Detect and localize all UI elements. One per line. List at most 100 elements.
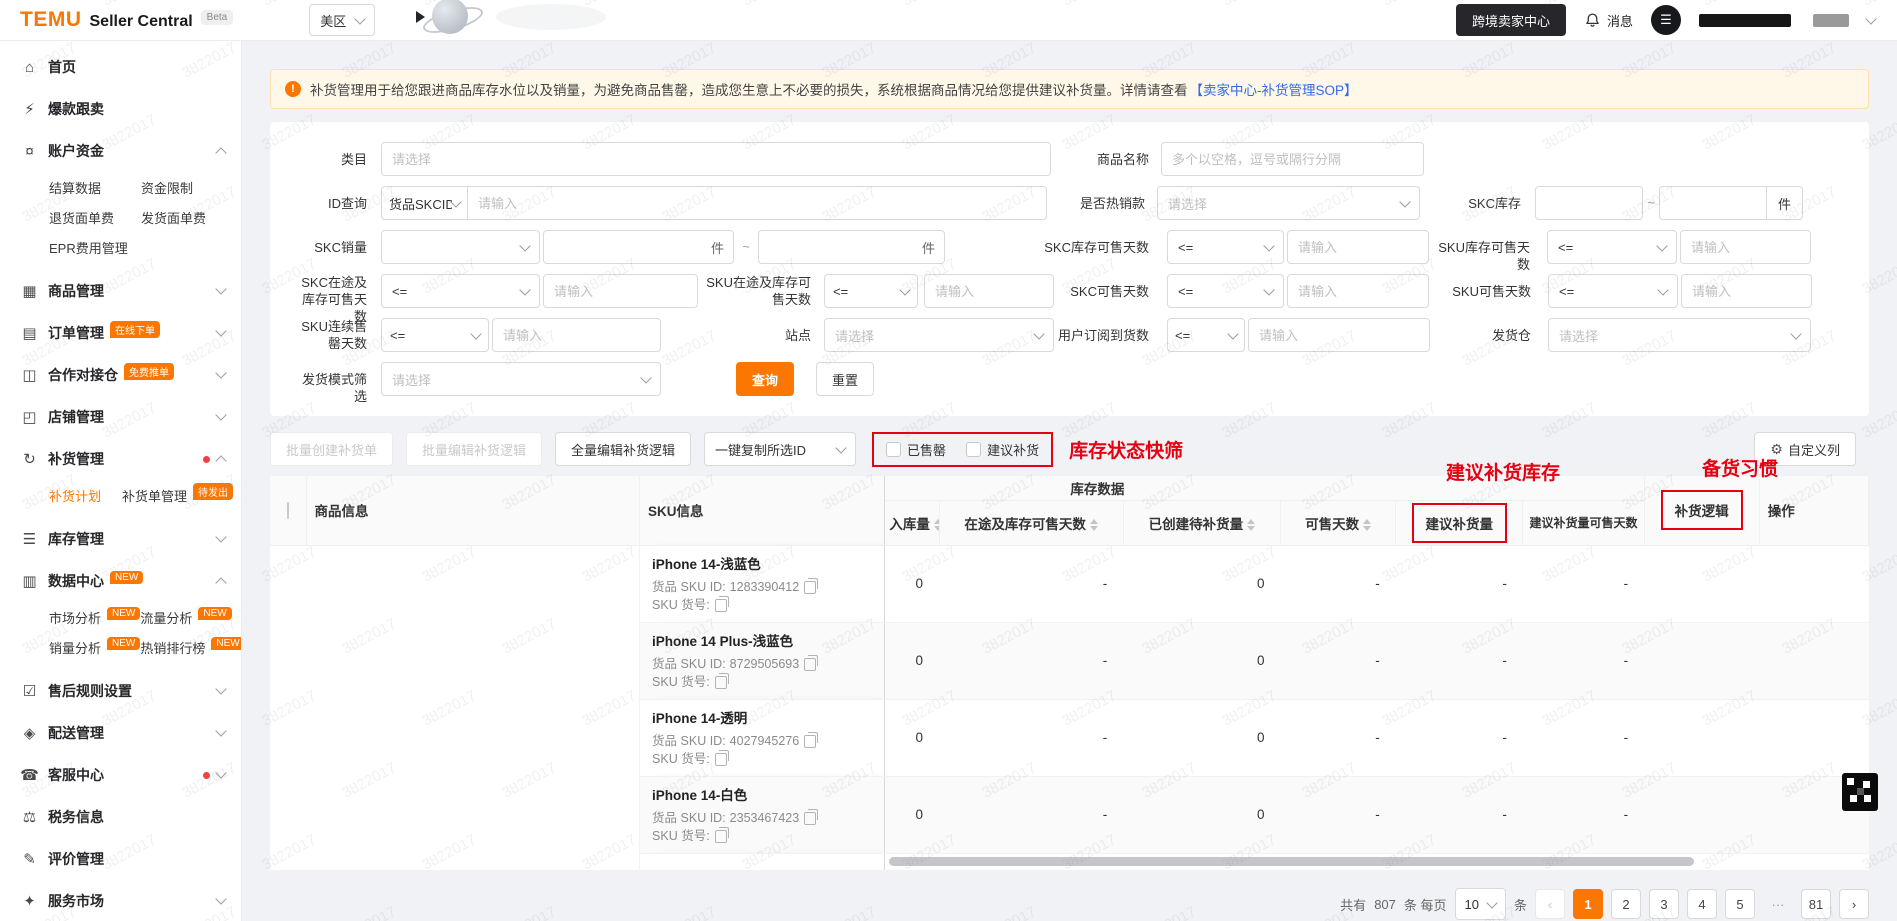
category-input[interactable] (382, 143, 1050, 175)
sidebar-subitem[interactable]: 补货单管理待发出 (122, 480, 233, 510)
skc-sales-min-input[interactable] (544, 231, 711, 263)
site-select[interactable]: 请选择 (824, 318, 1054, 352)
sidebar-subitem[interactable]: 销量分析NEW (49, 632, 140, 662)
sku-soldout-streak-input[interactable] (493, 319, 660, 351)
sidebar-subitem[interactable]: EPR费用管理 (49, 232, 141, 262)
sort-icon[interactable] (1363, 519, 1371, 531)
page-button[interactable]: 1 (1573, 889, 1603, 919)
copy-selected-ids-select[interactable]: 一键复制所选ID (704, 432, 856, 466)
page-button[interactable]: 4 (1687, 889, 1717, 919)
sidebar-subitem[interactable]: 资金限制 (141, 172, 233, 202)
page-size-select[interactable]: 10 (1455, 888, 1506, 920)
skc-sellable-days-input[interactable] (1288, 275, 1428, 307)
edit-all-logic-button[interactable]: 全量编辑补货逻辑 (555, 432, 691, 466)
sidebar-subitem[interactable]: 发货面单费 (141, 202, 233, 232)
batch-create-replenish-button[interactable]: 批量创建补货单 (270, 432, 393, 466)
prev-page-button[interactable]: ‹ (1535, 889, 1565, 919)
sort-icon[interactable] (934, 519, 939, 531)
sku-soldout-streak-op-select[interactable]: <= (381, 318, 489, 352)
col-inbound[interactable]: 入库量 (885, 500, 939, 545)
copy-icon[interactable] (715, 599, 727, 612)
sidebar-subitem[interactable]: 退货面单费 (49, 202, 141, 232)
sidebar-item-replenish[interactable]: ↻补货管理 (0, 438, 241, 480)
id-query-input[interactable] (468, 187, 1046, 219)
sort-icon[interactable] (1247, 519, 1255, 531)
select-all-checkbox[interactable] (287, 502, 289, 519)
sku-transit-days-input[interactable] (925, 275, 1053, 307)
sidebar-subitem[interactable]: 热销排行榜NEW (140, 632, 242, 662)
copy-icon[interactable] (804, 658, 816, 671)
subscribe-count-op-select[interactable]: <= (1167, 318, 1245, 352)
col-sellable-days[interactable]: 可售天数 (1281, 500, 1396, 545)
sidebar-item-funds[interactable]: ¤账户资金 (0, 130, 241, 172)
copy-icon[interactable] (715, 676, 727, 689)
ship-warehouse-select[interactable]: 请选择 (1548, 318, 1811, 352)
sidebar-item-marketplace[interactable]: ✦服务市场 (0, 880, 241, 921)
reset-button[interactable]: 重置 (816, 362, 874, 396)
sidebar-item-home[interactable]: ⌂首页 (0, 46, 241, 88)
sidebar-item-data-center[interactable]: ▥数据中心NEW (0, 560, 241, 602)
sidebar-subitem[interactable]: 流量分析NEW (140, 602, 242, 632)
product-name-input[interactable] (1162, 143, 1423, 175)
copy-icon[interactable] (804, 581, 816, 594)
copy-icon[interactable] (715, 830, 727, 843)
sidebar-item-order[interactable]: ▤订单管理在线下单 (0, 312, 241, 354)
transit-days-cell: - (939, 776, 1123, 853)
skc-sellable-days-op-select[interactable]: <= (1167, 274, 1284, 308)
sku-transit-days-op-select[interactable]: <= (824, 274, 918, 308)
sidebar-item-store[interactable]: ◰店铺管理 (0, 396, 241, 438)
sidebar-subitem[interactable]: 补货计划 (49, 480, 122, 510)
skc-sales-range-select[interactable] (381, 230, 540, 264)
skc-stock-min-input[interactable] (1536, 187, 1642, 219)
checkbox-icon[interactable] (886, 442, 901, 457)
col-transit-days[interactable]: 在途及库存可售天数 (939, 500, 1123, 545)
skc-stock-max-input[interactable] (1660, 187, 1766, 219)
sidebar-subitem[interactable]: 结算数据 (49, 172, 141, 202)
id-type-select[interactable]: 货品SKCID (381, 186, 468, 220)
page-button[interactable]: 5 (1725, 889, 1755, 919)
subscribe-count-input[interactable] (1249, 319, 1429, 351)
col-created-pending[interactable]: 已创建待补货量 (1123, 500, 1280, 545)
horizontal-scrollbar[interactable] (889, 857, 1694, 866)
chevron-down-icon[interactable] (1865, 13, 1876, 24)
sidebar-item-hot-sale[interactable]: ⚡爆款跟卖 (0, 88, 241, 130)
sku-stock-days-op-select[interactable]: <= (1547, 230, 1677, 264)
seller-center-button[interactable]: 跨境卖家中心 (1456, 4, 1566, 36)
skc-stock-days-input[interactable] (1288, 231, 1428, 263)
sidebar-item-review[interactable]: ✎评价管理 (0, 838, 241, 880)
suggest-replenish-checkbox[interactable]: 建议补货 (966, 440, 1039, 459)
skc-transit-days-op-select[interactable]: <= (381, 274, 540, 308)
sidebar-subitem[interactable]: 市场分析NEW (49, 602, 140, 632)
sidebar-item-inventory[interactable]: ☰库存管理 (0, 518, 241, 560)
sku-stock-days-input[interactable] (1681, 231, 1810, 263)
sidebar-item-tax[interactable]: ⚖税务信息 (0, 796, 241, 838)
sidebar-item-customer-service[interactable]: ☎客服中心 (0, 754, 241, 796)
sidebar-item-product[interactable]: ▦商品管理 (0, 270, 241, 312)
page-button[interactable]: 3 (1649, 889, 1679, 919)
region-select[interactable]: 美区 (309, 4, 375, 36)
copy-icon[interactable] (804, 812, 816, 825)
page-button[interactable]: 2 (1611, 889, 1641, 919)
batch-edit-logic-button[interactable]: 批量编辑补货逻辑 (406, 432, 542, 466)
sidebar-item-partner-warehouse[interactable]: ◫合作对接仓免费推单 (0, 354, 241, 396)
sku-sellable-days-input[interactable] (1682, 275, 1811, 307)
sku-sellable-days-op-select[interactable]: <= (1548, 274, 1678, 308)
skc-stock-days-op-select[interactable]: <= (1167, 230, 1284, 264)
sort-icon[interactable] (1090, 519, 1098, 531)
banner-sop-link[interactable]: 【卖家中心-补货管理SOP】 (1190, 79, 1358, 99)
soldout-checkbox[interactable]: 已售罄 (886, 440, 946, 459)
skc-sales-max-input[interactable] (759, 231, 922, 263)
messages-button[interactable]: 消息 (1584, 11, 1633, 30)
skc-transit-days-input[interactable] (544, 275, 697, 307)
page-button[interactable]: 81 (1801, 889, 1831, 919)
search-button[interactable]: 查询 (736, 362, 794, 396)
checkbox-icon[interactable] (966, 442, 981, 457)
hot-sale-select[interactable]: 请选择 (1157, 186, 1420, 220)
user-avatar[interactable]: ☰ (1651, 5, 1681, 35)
next-page-button[interactable]: › (1839, 889, 1869, 919)
sidebar-item-aftersale[interactable]: ☑售后规则设置 (0, 670, 241, 712)
copy-icon[interactable] (715, 753, 727, 766)
sidebar-item-delivery[interactable]: ◈配送管理 (0, 712, 241, 754)
copy-icon[interactable] (804, 735, 816, 748)
ship-mode-select[interactable]: 请选择 (381, 362, 661, 396)
